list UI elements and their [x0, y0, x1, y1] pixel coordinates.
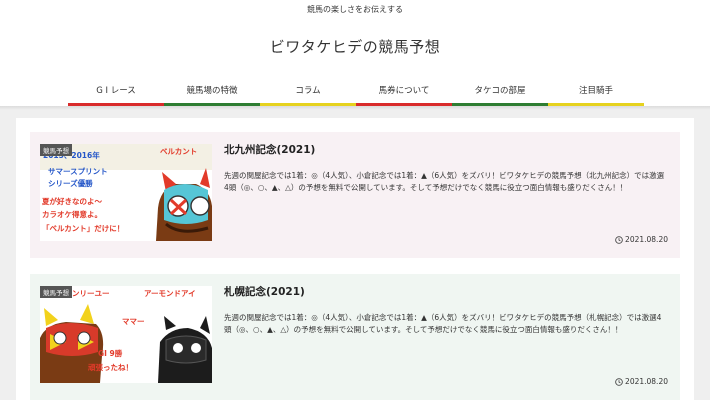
horse-illustration-image: ラヴズオンリーユー アーモンドアイ ママー GⅠ 9勝 頑張ったね！: [40, 286, 212, 383]
post-title[interactable]: 札幌記念(2021): [224, 284, 305, 299]
category-badge[interactable]: 競馬予想: [40, 286, 72, 298]
nav-item-takeko-room[interactable]: タケコの部屋: [452, 82, 548, 106]
thumb-text: アーモンドアイ: [144, 289, 196, 298]
nav-item-label: コラム: [295, 86, 321, 96]
horse-illustration-image: 2015、2016年 サマースプリント シリーズ優勝 夏が好きなのよ～ カラオケ…: [40, 144, 212, 241]
global-nav: G I レース 競馬場の特徴 コラム 馬券について タケコの部屋 注目騎手: [68, 82, 644, 106]
post-excerpt: 先週の関屋記念では1着：◎（4人気）、小倉記念では1着：▲（6人気）をズバリ！ビ…: [224, 171, 665, 192]
post-date: 2021.08.20: [615, 235, 668, 244]
post-list: 2015、2016年 サマースプリント シリーズ優勝 夏が好きなのよ～ カラオケ…: [16, 118, 694, 400]
post-excerpt: 先週の関屋記念では1着：◎（4人気）、小倉記念では1着：▲（6人気）をズバリ！ビ…: [224, 313, 662, 334]
thumb-text: サマースプリント: [48, 166, 108, 176]
thumb-text: シリーズ優勝: [48, 178, 93, 188]
nav-item-betting[interactable]: 馬券について: [356, 82, 452, 106]
clock-icon: [615, 235, 623, 244]
thumb-text: 頑張ったね！: [87, 362, 133, 372]
post-title[interactable]: 北九州記念(2021): [224, 142, 315, 157]
thumb-text: ベルカント: [160, 147, 197, 156]
post-date: 2021.08.20: [615, 377, 668, 386]
nav-item-column[interactable]: コラム: [260, 82, 356, 106]
nav-item-label: 競馬場の特徴: [186, 86, 238, 96]
post-card[interactable]: 2015、2016年 サマースプリント シリーズ優勝 夏が好きなのよ～ カラオケ…: [30, 132, 680, 258]
site-tagline: 競馬の楽しさをお伝えする: [307, 5, 403, 14]
nav-item-label: G I レース: [96, 86, 136, 96]
post-date-text: 2021.08.20: [625, 235, 668, 244]
site-title[interactable]: ビワタケヒデの競馬予想: [0, 36, 710, 57]
nav-item-label: 馬券について: [378, 86, 430, 96]
nav-item-featured-jockeys[interactable]: 注目騎手: [548, 82, 644, 106]
post-thumbnail[interactable]: ラヴズオンリーユー アーモンドアイ ママー GⅠ 9勝 頑張ったね！ 競馬予想: [40, 286, 212, 383]
post-date-text: 2021.08.20: [625, 377, 668, 386]
thumb-text: GⅠ 9勝: [98, 348, 123, 358]
site-header: 競馬の楽しさをお伝えする ビワタケヒデの競馬予想 G I レース 競馬場の特徴 …: [0, 0, 710, 108]
category-badge[interactable]: 競馬予想: [40, 144, 72, 156]
thumb-text: 夏が好きなのよ～: [41, 196, 102, 206]
thumb-text: 「ベルカント」だけに！: [42, 223, 124, 233]
thumb-text: ママー: [122, 317, 145, 326]
nav-item-g1-races[interactable]: G I レース: [68, 82, 164, 106]
nav-item-label: 注目騎手: [578, 86, 613, 96]
clock-icon: [615, 377, 623, 386]
post-thumbnail[interactable]: 2015、2016年 サマースプリント シリーズ優勝 夏が好きなのよ～ カラオケ…: [40, 144, 212, 241]
nav-item-label: タケコの部屋: [474, 86, 526, 96]
post-card[interactable]: ラヴズオンリーユー アーモンドアイ ママー GⅠ 9勝 頑張ったね！ 競馬予想 …: [30, 274, 680, 400]
thumb-text: カラオケ得意よ。: [42, 209, 102, 219]
nav-item-racecourse-features[interactable]: 競馬場の特徴: [164, 82, 260, 106]
header-shadow: [0, 106, 710, 110]
